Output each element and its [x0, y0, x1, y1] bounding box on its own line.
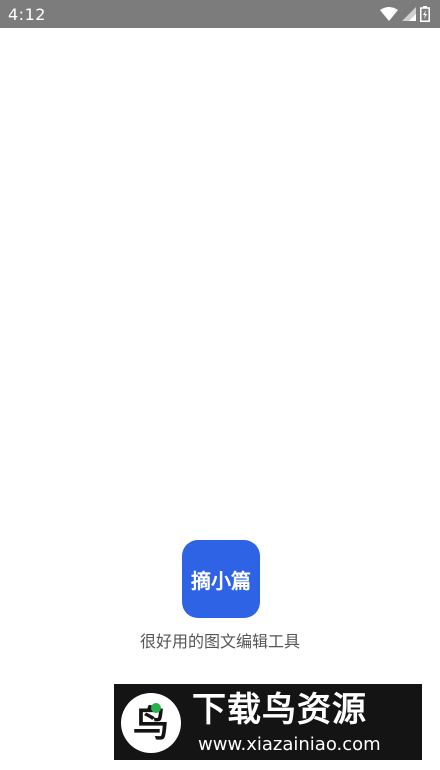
app-logo: 摘小篇 [182, 540, 260, 618]
status-time: 4:12 [8, 4, 46, 24]
app-tagline: 很好用的图文编辑工具 [139, 632, 300, 651]
svg-text:鸟: 鸟 [133, 704, 169, 745]
status-bar: 4:12 [0, 0, 440, 28]
app-logo-text: 摘小篇 [191, 568, 251, 593]
bird-logo-icon: 鸟 [121, 693, 181, 753]
battery-icon [420, 6, 430, 22]
status-icons [380, 6, 430, 22]
watermark-url: www.xiazainiao.com [198, 734, 381, 755]
wifi-icon [380, 7, 398, 21]
watermark-title: 下载鸟资源 [192, 690, 367, 730]
cell-signal-icon [402, 7, 416, 21]
watermark-banner: 鸟 下载鸟资源 www.xiazainiao.com [114, 684, 422, 760]
splash-screen: 4:12 摘小篇 很好用的图文编辑工具 鸟 下载鸟资源 www.xiazaini… [0, 0, 440, 770]
